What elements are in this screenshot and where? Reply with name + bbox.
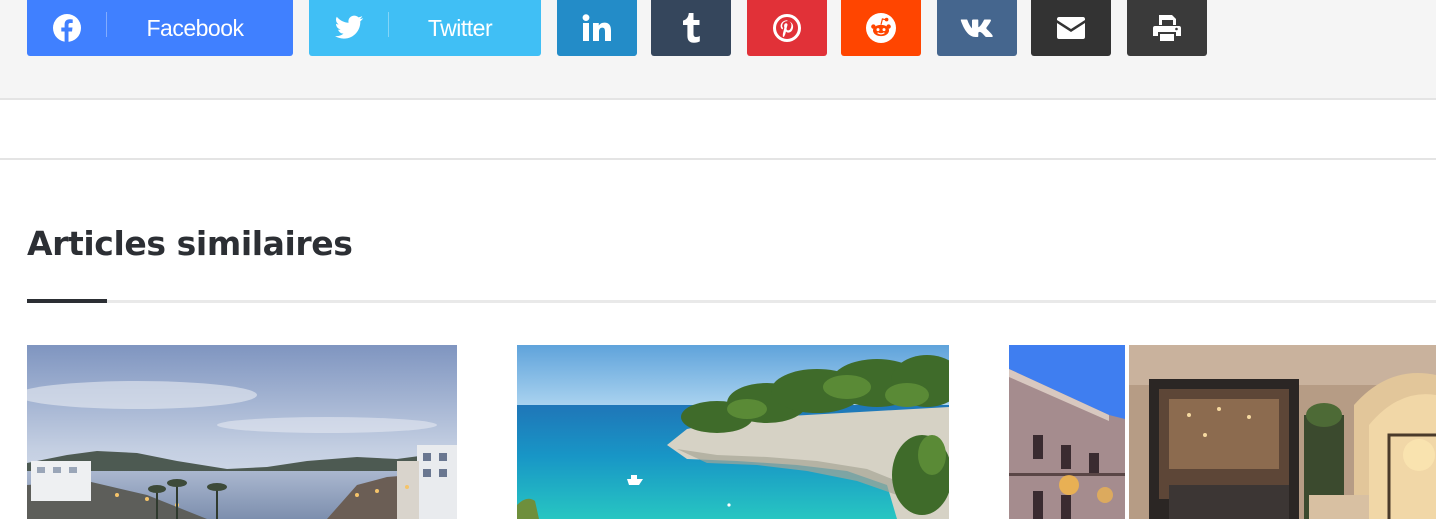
reddit-icon (841, 0, 921, 56)
twitter-icon (309, 0, 389, 56)
tumblr-icon (651, 0, 731, 56)
share-facebook-label: Facebook (146, 14, 244, 41)
printer-icon (1127, 0, 1207, 56)
share-linkedin-button[interactable] (557, 0, 637, 56)
share-twitter-button[interactable]: Twitter (309, 0, 541, 56)
share-print-button[interactable] (1127, 0, 1207, 56)
facebook-icon (27, 0, 107, 56)
share-vk-button[interactable] (937, 0, 1017, 56)
vk-icon (937, 0, 1017, 56)
share-bar: Facebook Twitter (0, 0, 1436, 100)
title-underline-accent (27, 299, 107, 303)
pinterest-icon (747, 0, 827, 56)
section-divider (0, 158, 1436, 160)
related-article-thumbnail-1[interactable] (27, 345, 457, 519)
title-underline (27, 300, 1436, 303)
share-email-button[interactable] (1031, 0, 1111, 56)
share-reddit-button[interactable] (841, 0, 921, 56)
related-article-thumbnail-2[interactable] (517, 345, 949, 519)
share-pinterest-button[interactable] (747, 0, 827, 56)
related-articles-title: Articles similaires (27, 224, 353, 263)
linkedin-icon (557, 0, 637, 56)
share-tumblr-button[interactable] (651, 0, 731, 56)
related-article-thumbnail-3[interactable] (1009, 345, 1436, 519)
envelope-icon (1031, 0, 1111, 56)
share-facebook-button[interactable]: Facebook (27, 0, 293, 56)
share-twitter-label: Twitter (427, 14, 493, 41)
